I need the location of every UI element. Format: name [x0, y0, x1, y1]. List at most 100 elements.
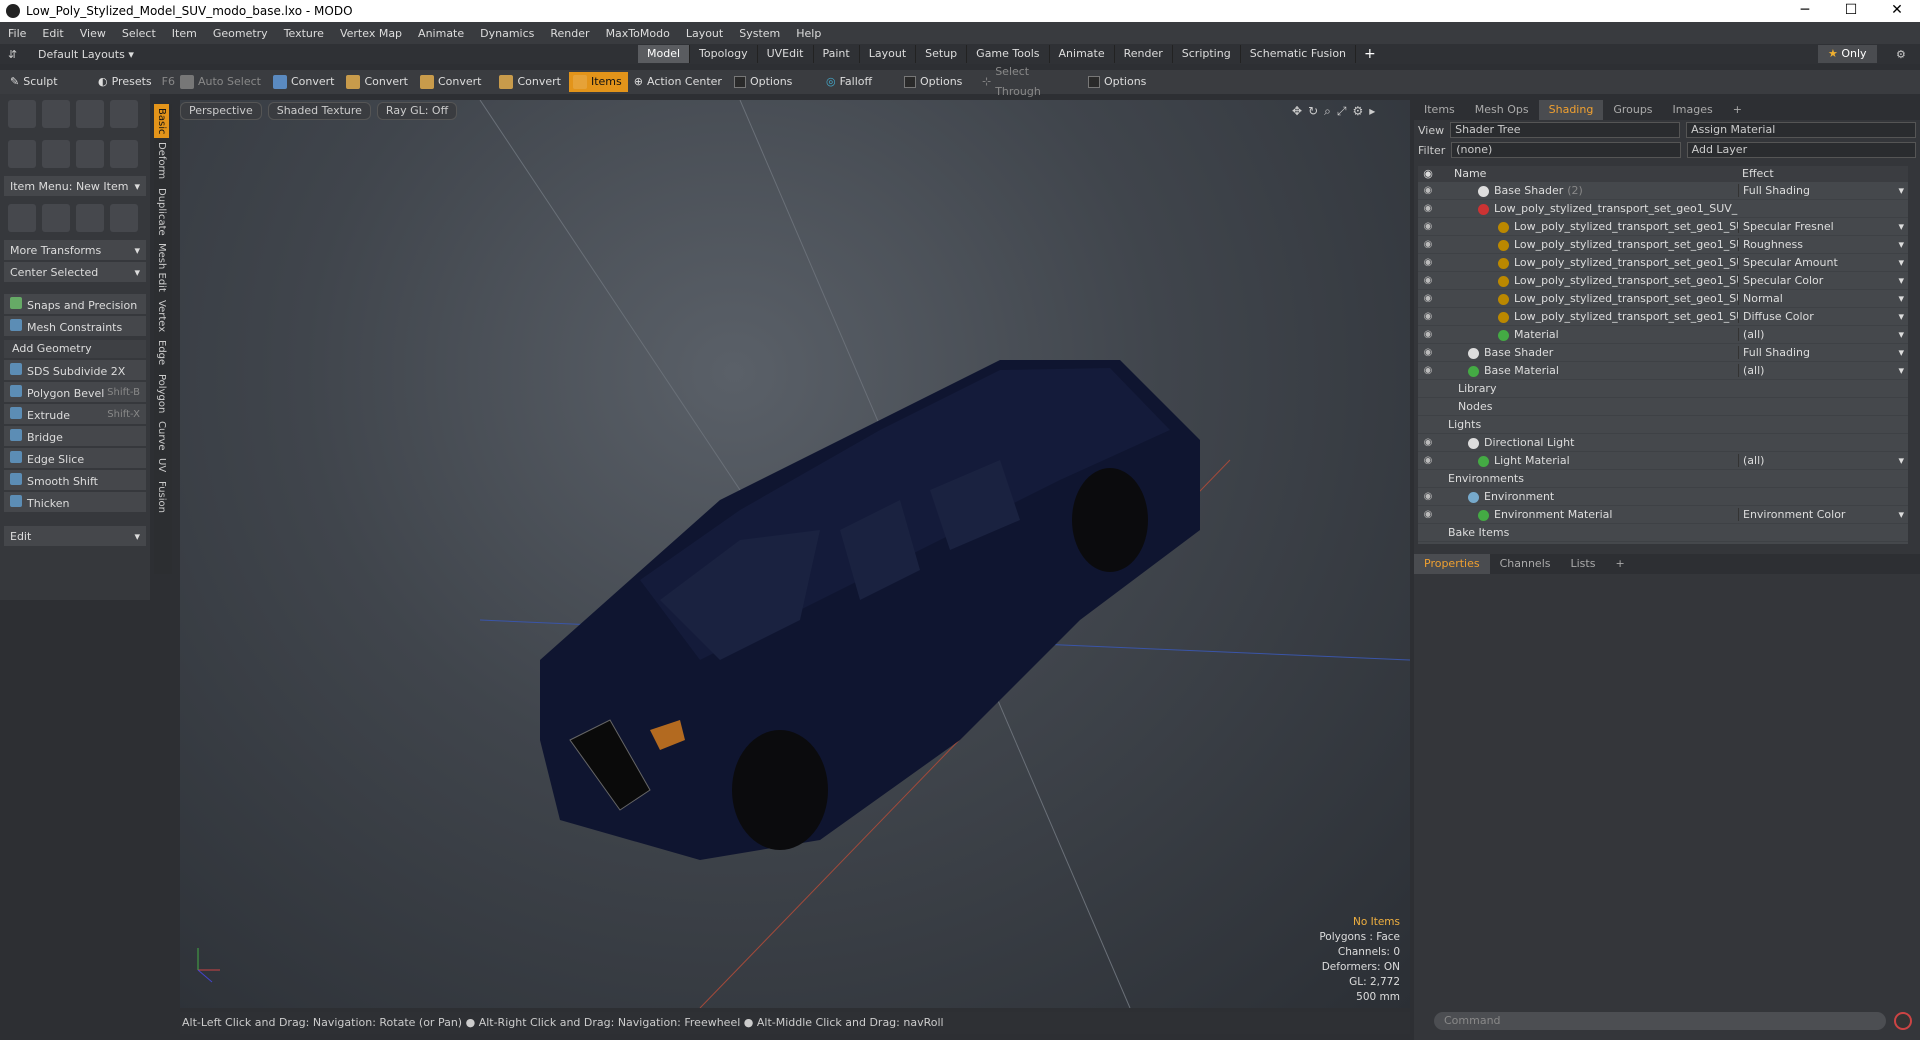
tree-row[interactable]: Library	[1418, 380, 1908, 398]
tree-row[interactable]: ◉ Low_poly_stylized_transport_set_geo1_SU…	[1418, 236, 1908, 254]
3d-viewport[interactable]	[180, 100, 1410, 1008]
center-selected-dropdown[interactable]: Center Selected ▾	[4, 262, 146, 282]
tree-row[interactable]: ◉ Base Shader (2) Full Shading ▾	[1418, 182, 1908, 200]
more-transforms-dropdown[interactable]: More Transforms ▾	[4, 240, 146, 260]
capsule-icon[interactable]	[42, 140, 70, 168]
only-toggle[interactable]: ★ Only	[1818, 45, 1877, 63]
perspective-button[interactable]: Perspective	[180, 102, 262, 120]
add-geometry-header[interactable]: Add Geometry	[4, 340, 146, 358]
tab-mesh-ops[interactable]: Mesh Ops	[1465, 100, 1539, 120]
tree-row-effect[interactable]: Diffuse Color ▾	[1738, 310, 1908, 323]
tool-sds-subdivide[interactable]: SDS Subdivide 2X	[4, 360, 146, 380]
text-icon[interactable]	[110, 140, 138, 168]
tab-schematic-fusion[interactable]: Schematic Fusion	[1241, 45, 1357, 63]
vtab-polygon[interactable]: Polygon	[154, 370, 169, 417]
visibility-eye-icon[interactable]: ◉	[1418, 221, 1438, 232]
tab-render[interactable]: Render	[1115, 45, 1173, 63]
presets-button[interactable]: ◐ Presets F6	[94, 72, 175, 92]
item-menu-dropdown[interactable]: Item Menu: New Item ▾	[4, 176, 146, 196]
col-effect[interactable]: Effect	[1738, 166, 1908, 182]
tree-row-effect[interactable]: (all) ▾	[1738, 364, 1908, 377]
visibility-eye-icon[interactable]: ◉	[1418, 293, 1438, 304]
vtab-deform[interactable]: Deform	[154, 138, 169, 183]
tool-extrude[interactable]: Extrude Shift-X	[4, 404, 146, 424]
visibility-eye-icon[interactable]: ◉	[1418, 455, 1438, 466]
edit-dropdown[interactable]: Edit ▾	[4, 526, 146, 546]
viewport-gear-icon[interactable]: ⚙	[1352, 104, 1363, 119]
options-button-2[interactable]: Options	[900, 72, 976, 92]
add-tab-icon[interactable]: +	[1723, 100, 1752, 120]
tab-paint[interactable]: Paint	[814, 45, 860, 63]
menu-layout[interactable]: Layout	[678, 27, 731, 40]
visibility-eye-icon[interactable]: ◉	[1418, 509, 1438, 520]
menu-file[interactable]: File	[0, 27, 34, 40]
move-icon[interactable]	[8, 204, 36, 232]
tab-items[interactable]: Items	[1414, 100, 1465, 120]
convert-button-1[interactable]: Convert	[269, 72, 341, 92]
convert-button-2[interactable]: Convert	[342, 72, 414, 92]
command-record-button[interactable]	[1894, 1012, 1912, 1030]
tab-topology[interactable]: Topology	[690, 45, 758, 63]
tree-row[interactable]: ◉ Low_poly_stylized_transport_set_geo1_SU…	[1418, 254, 1908, 272]
add-layer-button[interactable]: Add Layer	[1686, 142, 1916, 158]
menu-view[interactable]: View	[72, 27, 114, 40]
maximize-icon[interactable]: ☐	[1828, 0, 1874, 22]
menu-select[interactable]: Select	[114, 27, 164, 40]
col-name[interactable]: Name	[1438, 166, 1738, 182]
tool-smooth-shift[interactable]: Smooth Shift	[4, 470, 146, 490]
vtab-mesh-edit[interactable]: Mesh Edit	[154, 239, 169, 296]
options-checkbox[interactable]	[903, 76, 916, 88]
tool-bridge[interactable]: Bridge	[4, 426, 146, 446]
tree-row-effect[interactable]: Specular Fresnel ▾	[1738, 220, 1908, 233]
vtab-vertex[interactable]: Vertex	[154, 296, 169, 336]
menu-edit[interactable]: Edit	[34, 27, 71, 40]
minimize-icon[interactable]: ─	[1782, 0, 1828, 22]
tree-row[interactable]: ◉ Low_poly_stylized_transport_set_geo1_SU…	[1418, 290, 1908, 308]
tree-row[interactable]: Lights	[1418, 416, 1908, 434]
menu-geometry[interactable]: Geometry	[205, 27, 276, 40]
tree-row[interactable]: Environments	[1418, 470, 1908, 488]
visibility-eye-icon[interactable]: ◉	[1418, 347, 1438, 358]
tab-setup[interactable]: Setup	[916, 45, 968, 63]
tab-images[interactable]: Images	[1663, 100, 1723, 120]
tool-edge-slice[interactable]: Edge Slice	[4, 448, 146, 468]
auto-select-button[interactable]: Auto Select	[176, 72, 267, 92]
grid-icon[interactable]	[42, 204, 70, 232]
assign-material-button[interactable]: Assign Material	[1686, 122, 1917, 138]
convert-button-4[interactable]: Convert	[495, 72, 567, 92]
visibility-eye-icon[interactable]: ◉	[1418, 239, 1438, 250]
menu-help[interactable]: Help	[788, 27, 829, 40]
tab-lists[interactable]: Lists	[1561, 554, 1606, 574]
options-checkbox[interactable]	[733, 76, 746, 88]
tree-row-effect[interactable]: (all) ▾	[1738, 328, 1908, 341]
menu-system[interactable]: System	[731, 27, 788, 40]
tree-row[interactable]: ◉ Low_poly_stylized_transport_set_geo1_SU…	[1418, 272, 1908, 290]
tree-row[interactable]: ◉ Low_poly_stylized_transport_set_geo1_SU…	[1418, 200, 1908, 218]
sphere-icon[interactable]	[42, 100, 70, 128]
tree-row[interactable]: ◉ Base Material (all) ▾	[1418, 362, 1908, 380]
pen-icon[interactable]	[76, 140, 104, 168]
tree-row-effect[interactable]: Full Shading ▾	[1738, 346, 1908, 359]
globe-icon[interactable]	[76, 204, 104, 232]
tab-uvedit[interactable]: UVEdit	[758, 45, 814, 63]
menu-item[interactable]: Item	[164, 27, 205, 40]
cylinder-icon[interactable]	[76, 100, 104, 128]
tree-row-effect[interactable]: Roughness ▾	[1738, 238, 1908, 251]
tree-row[interactable]: ◉ Directional Light	[1418, 434, 1908, 452]
snaps-button[interactable]: Snaps and Precision	[4, 294, 146, 314]
vtab-uv[interactable]: UV	[154, 454, 169, 476]
tab-model[interactable]: Model	[638, 45, 691, 63]
tab-scripting[interactable]: Scripting	[1173, 45, 1241, 63]
menu-vertex-map[interactable]: Vertex Map	[332, 27, 410, 40]
tree-row-effect[interactable]: (all) ▾	[1738, 454, 1908, 467]
visibility-eye-icon[interactable]: ◉	[1418, 257, 1438, 268]
action-center-button[interactable]: ⊕ Action Center	[630, 72, 728, 92]
visibility-eye-icon[interactable]: ◉	[1418, 329, 1438, 340]
view-select[interactable]: Shader Tree	[1450, 122, 1681, 138]
ray-gl-button[interactable]: Ray GL: Off	[376, 102, 458, 120]
close-icon[interactable]: ✕	[1874, 0, 1920, 22]
tree-row[interactable]: ◉ Low_poly_stylized_transport_set_geo1_SU…	[1418, 218, 1908, 236]
options-button-3[interactable]: Options	[1084, 72, 1152, 92]
options-checkbox[interactable]	[1087, 76, 1100, 88]
mesh-constraints-button[interactable]: Mesh Constraints	[4, 316, 146, 336]
